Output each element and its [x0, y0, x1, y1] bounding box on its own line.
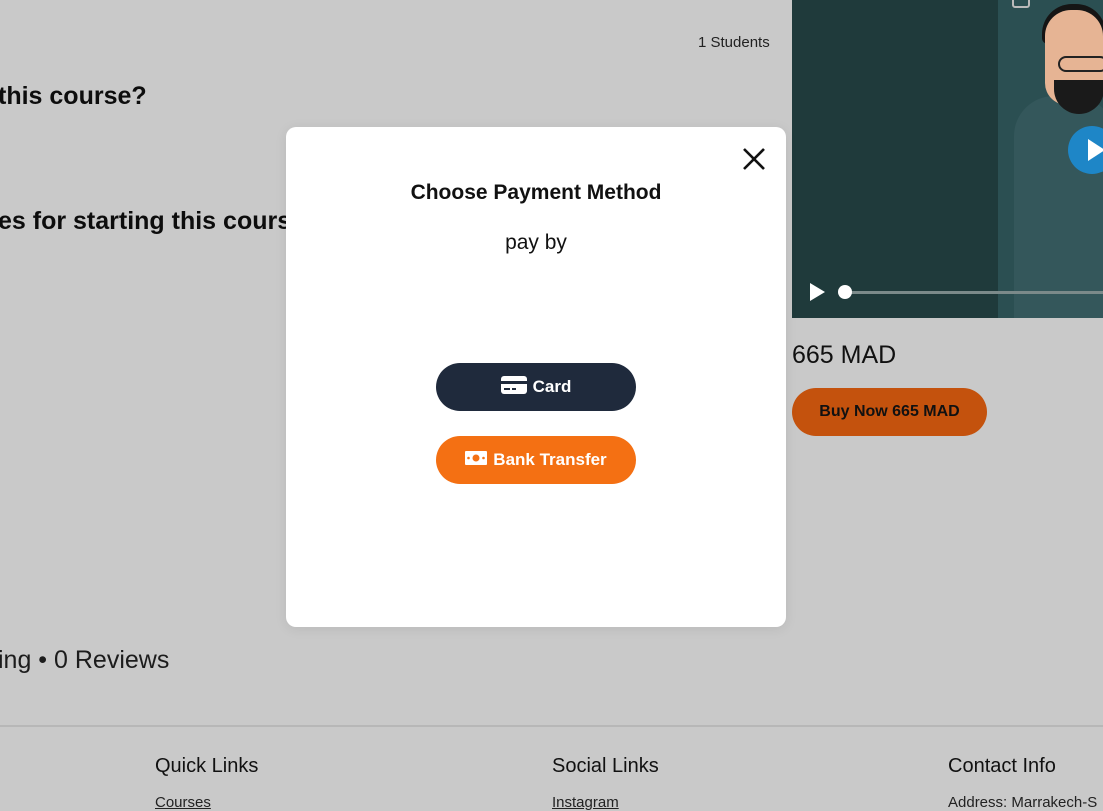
pay-by-bank-transfer-button[interactable]: Bank Transfer	[436, 436, 636, 484]
video-background	[792, 0, 998, 318]
play-icon[interactable]	[810, 283, 825, 301]
credit-card-icon	[500, 375, 527, 400]
footer-social-links-heading: Social Links	[552, 755, 659, 777]
footer-contact-info-heading: Contact Info	[948, 755, 1056, 777]
bank-transfer-button-label: Bank Transfer	[493, 450, 607, 469]
footer-quick-links-heading: Quick Links	[155, 755, 259, 777]
video-overlay-icon	[1012, 0, 1030, 8]
students-count: 1 Students	[698, 34, 770, 51]
footer-divider	[0, 725, 1103, 727]
footer-link-instagram[interactable]: Instagram	[552, 794, 619, 811]
pay-by-card-button[interactable]: Card	[436, 363, 636, 411]
video-progress-knob[interactable]	[838, 285, 852, 299]
footer-contact-address: Address: Marrakech-S	[948, 794, 1098, 811]
course-price: 665 MAD	[792, 341, 897, 369]
close-icon[interactable]	[738, 143, 770, 175]
modal-subtitle: pay by	[505, 231, 567, 254]
payment-method-modal: Choose Payment Method pay by Card Bank T…	[286, 127, 786, 627]
footer-link-courses[interactable]: Courses	[155, 794, 211, 811]
cash-icon	[465, 450, 488, 470]
section-heading-requirements: es for starting this course	[0, 207, 306, 235]
play-icon	[1088, 139, 1103, 161]
modal-title: Choose Payment Method	[410, 181, 662, 204]
video-progress-track[interactable]	[845, 291, 1103, 294]
card-button-label: Card	[532, 377, 572, 396]
buy-now-button[interactable]: Buy Now 665 MAD	[792, 388, 987, 436]
section-heading-audience: this course?	[0, 82, 147, 110]
course-preview-video[interactable]	[792, 0, 1103, 318]
rating-summary: ing • 0 Reviews	[0, 646, 170, 674]
instructor-illustration-glasses	[1058, 56, 1103, 72]
